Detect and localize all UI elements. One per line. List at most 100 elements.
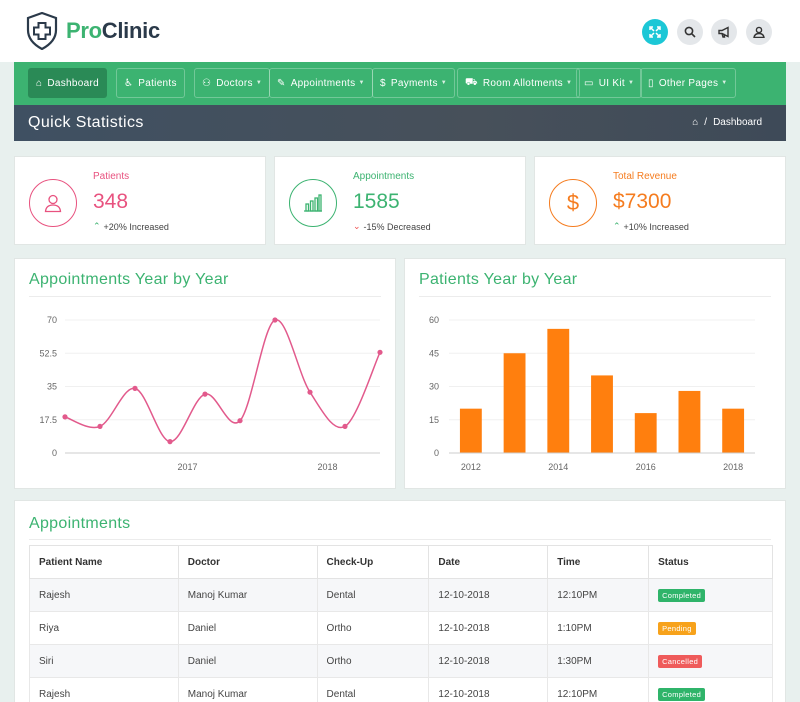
status-badge: Completed	[658, 588, 706, 602]
stat-label: Total Revenue	[613, 171, 677, 182]
nav-room-allotments[interactable]: ⛟ Room Allotments ▼	[457, 68, 581, 98]
cell-checkup: Dental	[316, 578, 430, 612]
nav-ui-kit[interactable]: ▭ UI Kit ▼	[576, 68, 643, 98]
cell-doctor: Manoj Kumar	[177, 578, 318, 612]
y-tick-label: 45	[429, 348, 439, 358]
page-header-bar: Quick Statistics ⌂ / Dashboard	[14, 105, 786, 141]
cell-status: Pending	[648, 611, 773, 645]
patient-icon	[29, 179, 77, 227]
cell-checkup: Ortho	[316, 611, 430, 645]
cell-date: 12-10-2018	[428, 677, 549, 702]
cell-doctor: Daniel	[177, 611, 318, 645]
wheelchair-icon: ♿	[124, 77, 134, 89]
series-line	[64, 319, 381, 443]
bar-chart: 0 15 30 45 60 2012 2014 2016 2018	[429, 315, 755, 472]
home-icon: ⌂	[36, 77, 43, 89]
y-tick-label: 0	[52, 448, 57, 458]
edit-icon: ✎	[277, 77, 286, 89]
nav-payments[interactable]: $ Payments ▼	[372, 68, 455, 98]
stat-value: 1585	[353, 190, 400, 213]
stat-value: 348	[93, 190, 129, 213]
status-badge: Cancelled	[658, 654, 703, 668]
search-button[interactable]	[677, 19, 703, 45]
dollar-icon: $	[549, 179, 597, 227]
cell-status: Completed	[648, 677, 773, 702]
bed-icon: ⛟	[465, 76, 478, 88]
data-point	[272, 317, 278, 323]
x-tick-label: 2017	[177, 462, 197, 472]
chevron-down-icon: ▼	[565, 80, 573, 86]
nav-patients[interactable]: ♿ Patients	[116, 68, 185, 98]
bar	[634, 413, 657, 453]
fullscreen-button[interactable]	[642, 19, 668, 45]
line-chart: 0 17.5 35 52.5 70 2017 2018	[39, 315, 383, 472]
arrow-up-icon: ⌃	[93, 221, 101, 231]
column-header[interactable]: Time	[547, 545, 650, 579]
announcements-button[interactable]	[711, 19, 737, 45]
cell-time: 1:30PM	[547, 644, 650, 678]
chevron-down-icon: ▼	[721, 80, 728, 86]
x-tick-label: 2018	[317, 462, 337, 472]
bar	[678, 390, 701, 453]
nav-appointments[interactable]: ✎ Appointments ▼	[269, 68, 373, 98]
column-header[interactable]: Status	[648, 545, 773, 579]
cell-patient: Rajesh	[29, 578, 179, 612]
bar	[547, 328, 570, 453]
column-header[interactable]: Patient Name	[29, 545, 179, 579]
cell-patient: Riya	[29, 611, 179, 645]
user-icon: ⚇	[202, 77, 212, 89]
table-row[interactable]: Riya Daniel Ortho 12-10-2018 1:10PM Pend…	[29, 611, 773, 645]
megaphone-icon	[717, 26, 729, 38]
nav-other-pages[interactable]: ▯ Other Pages ▼	[640, 68, 736, 98]
divider	[29, 539, 771, 540]
bar-chart-icon	[289, 179, 337, 227]
table-row[interactable]: Rajesh Manoj Kumar Dental 12-10-2018 12:…	[29, 677, 773, 702]
stat-change: ⌄ -15% Decreased	[353, 221, 431, 232]
main-nav: ⌂ Dashboard ♿ Patients ⚇ Doctors ▼ ✎ Appointm…	[14, 62, 786, 105]
column-header[interactable]: Doctor	[177, 545, 318, 579]
cell-status: Completed	[648, 578, 773, 612]
section-title: Appointments	[29, 515, 131, 532]
patients-chart-card: Patients Year by Year 0 15 30 45 60 2012 2014 2…	[404, 258, 786, 489]
appointments-card: Appointments Patient Name Doctor Check-U…	[14, 500, 786, 702]
fullscreen-icon	[649, 26, 661, 38]
table-row[interactable]: Siri Daniel Ortho 12-10-2018 1:30PM Canc…	[29, 644, 773, 678]
chevron-down-icon: ▼	[358, 80, 365, 86]
user-icon	[753, 26, 765, 38]
nav-dashboard[interactable]: ⌂ Dashboard	[28, 68, 107, 98]
data-point	[237, 418, 243, 424]
home-icon[interactable]: ⌂	[692, 117, 698, 128]
data-point	[132, 385, 138, 391]
cell-date: 12-10-2018	[428, 578, 549, 612]
user-button[interactable]	[746, 19, 772, 45]
logo[interactable]: ProClinic	[26, 12, 160, 50]
nav-doctors[interactable]: ⚇ Doctors ▼	[194, 68, 271, 98]
table-row[interactable]: Rajesh Manoj Kumar Dental 12-10-2018 12:…	[29, 578, 773, 612]
cell-date: 12-10-2018	[428, 611, 549, 645]
data-point	[307, 389, 313, 395]
cell-date: 12-10-2018	[428, 644, 549, 678]
column-header[interactable]: Date	[428, 545, 549, 579]
data-point	[202, 391, 208, 397]
y-tick-label: 0	[434, 448, 439, 458]
cell-patient: Rajesh	[29, 677, 179, 702]
y-tick-label: 15	[429, 415, 439, 425]
column-header[interactable]: Check-Up	[316, 545, 430, 579]
stat-label: Appointments	[353, 171, 415, 182]
bar	[459, 408, 482, 453]
y-tick-label: 70	[47, 315, 57, 325]
x-tick-label: 2014	[548, 462, 568, 472]
arrow-up-icon: ⌃	[613, 221, 621, 231]
data-point	[377, 349, 383, 355]
cell-patient: Siri	[29, 644, 179, 678]
breadcrumb-separator: /	[704, 117, 708, 128]
bar	[722, 408, 745, 453]
cell-status: Cancelled	[648, 644, 773, 678]
app-header: ProClinic	[0, 0, 800, 62]
chevron-down-icon: ▼	[255, 80, 263, 86]
cell-time: 12:10PM	[547, 677, 650, 702]
stat-card-revenue: $ Total Revenue $7300 ⌃ +10% Increased	[534, 156, 786, 245]
stat-value: $7300	[613, 190, 672, 213]
x-tick-label: 2016	[636, 462, 656, 472]
breadcrumb: ⌂ / Dashboard	[692, 117, 762, 128]
